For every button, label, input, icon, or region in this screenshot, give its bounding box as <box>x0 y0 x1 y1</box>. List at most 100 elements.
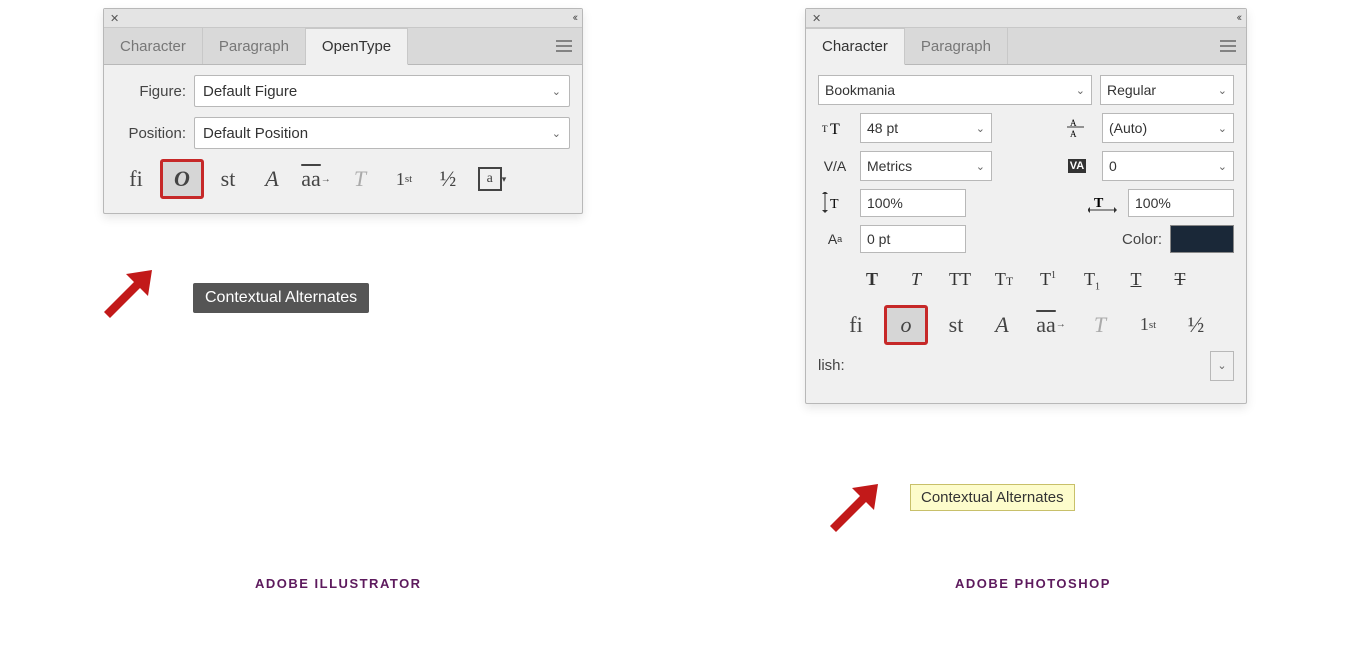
tab-paragraph[interactable]: Paragraph <box>905 28 1008 64</box>
kerning-value: Metrics <box>867 158 912 174</box>
swash-button[interactable]: A <box>252 161 292 197</box>
leading-icon: AA <box>1060 117 1094 139</box>
chevron-down-icon: ⌄ <box>1217 359 1226 372</box>
photoshop-caption: ADOBE PHOTOSHOP <box>955 576 1111 591</box>
kerning-select[interactable]: Metrics ⌄ <box>860 151 992 181</box>
position-value: Default Position <box>203 125 308 142</box>
panel-menu-icon[interactable] <box>546 28 582 64</box>
tab-character[interactable]: Character <box>104 28 203 64</box>
stylistic-icon: aa <box>301 166 321 192</box>
stylistic-alternates-button[interactable]: aa→ <box>1030 307 1072 343</box>
baseline-shift-icon: Aa <box>818 231 852 247</box>
fractions-button[interactable]: ½ <box>1178 307 1214 343</box>
horizontal-scale-value: 100% <box>1135 195 1171 211</box>
close-icon[interactable]: ✕ <box>812 12 821 25</box>
svg-text:T: T <box>830 121 840 138</box>
font-style-value: Regular <box>1107 82 1156 98</box>
tab-bar: Character Paragraph OpenType <box>104 28 582 65</box>
stylistic-icon: aa <box>1036 312 1056 338</box>
position-select[interactable]: Default Position ⌄ <box>194 117 570 149</box>
titling-alternates-button[interactable]: T <box>340 161 380 197</box>
tracking-value: 0 <box>1109 158 1117 174</box>
horizontal-scale-icon: T <box>1086 193 1120 213</box>
font-size-value: 48 pt <box>867 120 898 136</box>
leading-select[interactable]: (Auto)⌄ <box>1102 113 1234 143</box>
panel-body: Bookmania⌄ Regular⌄ TT 48 pt⌄ AA (Auto)⌄… <box>806 65 1246 403</box>
small-caps-button[interactable]: TT <box>990 269 1018 293</box>
contextual-alternates-button[interactable]: o <box>884 305 928 345</box>
faux-bold-button[interactable]: T <box>858 269 886 293</box>
svg-text:T: T <box>830 197 839 212</box>
stylistic-alternates-button[interactable]: aa→ <box>296 161 336 197</box>
panel-titlebar: ✕ ‹‹ <box>806 9 1246 28</box>
boxed-a-icon: a <box>478 167 502 191</box>
font-size-select[interactable]: 48 pt⌄ <box>860 113 992 143</box>
font-family-select[interactable]: Bookmania ⌄ <box>818 75 1092 105</box>
figure-value: Default Figure <box>203 83 297 100</box>
stylistic-sets-button[interactable]: a▾ <box>472 161 512 197</box>
kerning-icon: V/A <box>818 158 852 174</box>
svg-text:A: A <box>1070 129 1077 139</box>
opentype-buttons-row: fi O st A aa→ T 1st ½ a▾ <box>116 159 570 199</box>
tab-character[interactable]: Character <box>806 28 905 65</box>
chevron-down-icon: ⌄ <box>552 127 561 140</box>
svg-text:T: T <box>822 124 828 134</box>
font-family-value: Bookmania <box>825 82 895 98</box>
vertical-scale-input[interactable]: 100% <box>860 189 966 217</box>
vertical-scale-value: 100% <box>867 195 903 211</box>
baseline-shift-input[interactable]: 0 pt <box>860 225 966 253</box>
photoshop-panel: ✕ ‹‹ Character Paragraph Bookmania ⌄ Regu… <box>805 8 1247 404</box>
faux-italic-button[interactable]: T <box>902 269 930 293</box>
vertical-scale-icon: T <box>818 192 852 214</box>
highlight-arrow-icon <box>94 262 154 322</box>
chevron-down-icon: ⌄ <box>976 160 985 173</box>
baseline-shift-value: 0 pt <box>867 231 890 247</box>
chevron-down-icon: ⌄ <box>1218 160 1227 173</box>
swash-button[interactable]: A <box>984 307 1020 343</box>
fractions-button[interactable]: ½ <box>428 161 468 197</box>
contextual-alternates-button[interactable]: O <box>160 159 204 199</box>
panel-menu-icon[interactable] <box>1210 28 1246 64</box>
language-label-partial: lish: <box>818 357 862 374</box>
titling-alternates-button[interactable]: T <box>1082 307 1118 343</box>
svg-text:T: T <box>1094 196 1104 211</box>
collapse-icon[interactable]: ‹‹ <box>573 12 576 24</box>
superscript-button[interactable]: T1 <box>1034 269 1062 293</box>
collapse-icon[interactable]: ‹‹ <box>1237 12 1240 24</box>
antialias-chevron[interactable]: ⌄ <box>1210 351 1234 381</box>
ligatures-button[interactable]: fi <box>838 307 874 343</box>
type-style-row: T T TT TT T1 T1 T T <box>818 269 1234 293</box>
underline-button[interactable]: T <box>1122 269 1150 293</box>
tab-opentype[interactable]: OpenType <box>306 28 408 65</box>
illustrator-panel: ✕ ‹‹ Character Paragraph OpenType Figure… <box>103 8 583 214</box>
chevron-down-icon: ⌄ <box>552 85 561 98</box>
ordinals-button[interactable]: 1st <box>1128 307 1168 343</box>
horizontal-scale-input[interactable]: 100% <box>1128 189 1234 217</box>
chevron-down-icon: ⌄ <box>1218 84 1227 97</box>
tooltip-contextual-alternates: Contextual Alternates <box>193 283 369 313</box>
discretionary-ligatures-button[interactable]: st <box>938 307 974 343</box>
tracking-icon: VA <box>1060 159 1094 173</box>
chevron-down-icon: ⌄ <box>1218 122 1227 135</box>
ordinals-button[interactable]: 1st <box>384 161 424 197</box>
discretionary-ligatures-button[interactable]: st <box>208 161 248 197</box>
color-swatch[interactable] <box>1170 225 1234 253</box>
panel-titlebar: ✕ ‹‹ <box>104 9 582 28</box>
highlight-arrow-icon <box>820 476 880 536</box>
tab-bar: Character Paragraph <box>806 28 1246 65</box>
illustrator-caption: ADOBE ILLUSTRATOR <box>255 576 422 591</box>
font-style-select[interactable]: Regular ⌄ <box>1100 75 1234 105</box>
figure-select[interactable]: Default Figure ⌄ <box>194 75 570 107</box>
chevron-down-icon: ⌄ <box>1076 84 1085 97</box>
tab-paragraph[interactable]: Paragraph <box>203 28 306 64</box>
ligatures-button[interactable]: fi <box>116 161 156 197</box>
close-icon[interactable]: ✕ <box>110 12 119 25</box>
panel-body: Figure: Default Figure ⌄ Position: Defau… <box>104 65 582 213</box>
subscript-button[interactable]: T1 <box>1078 269 1106 293</box>
all-caps-button[interactable]: TT <box>946 269 974 293</box>
tracking-select[interactable]: 0⌄ <box>1102 151 1234 181</box>
color-label: Color: <box>1122 231 1162 248</box>
position-label: Position: <box>116 125 186 142</box>
strikethrough-button[interactable]: T <box>1166 269 1194 293</box>
opentype-buttons-row: fi o st A aa→ T 1st ½ <box>818 305 1234 345</box>
